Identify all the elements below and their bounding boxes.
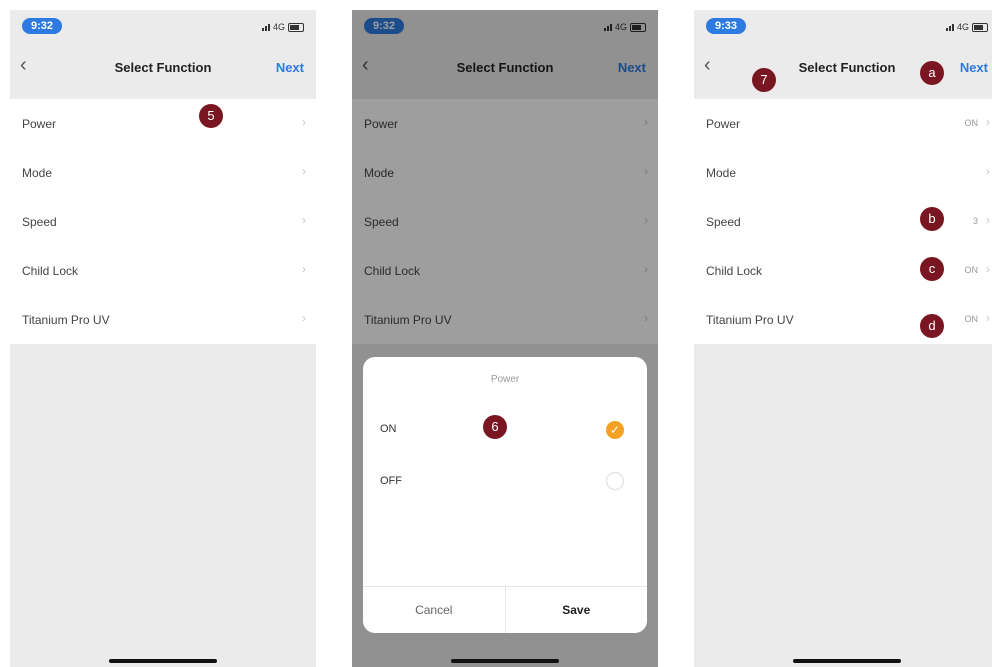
- page-title: Select Function: [798, 60, 896, 75]
- phone-screen-2: 9:32 4G ‹ Select Function Next Power › M…: [352, 10, 658, 667]
- signal-icon: [261, 23, 270, 31]
- chevron-right-icon: ›: [302, 262, 306, 276]
- chevron-right-icon: ›: [302, 213, 306, 227]
- row-label: Power: [22, 117, 57, 131]
- sheet-title: Power: [490, 374, 520, 385]
- home-indicator: [451, 659, 559, 663]
- row-label: Mode: [22, 166, 53, 180]
- list-item-power[interactable]: Power ON ›: [694, 99, 992, 148]
- chevron-right-icon: ›: [986, 311, 990, 325]
- page-title: Select Function: [114, 60, 212, 75]
- list-item-titanium-pro-uv[interactable]: Titanium Pro UV ON ›: [694, 295, 992, 344]
- radio-unselected-icon[interactable]: [606, 472, 624, 490]
- step-badge-6: 6: [483, 415, 507, 439]
- save-button[interactable]: Save: [506, 587, 648, 633]
- list-item-mode[interactable]: Mode ›: [10, 148, 316, 197]
- next-button[interactable]: Next: [276, 60, 304, 75]
- chevron-right-icon: ›: [302, 311, 306, 325]
- phone-screen-1: 9:32 4G ‹ Select Function Next Power › M…: [10, 10, 316, 667]
- callout-badge-a: a: [920, 61, 944, 85]
- chevron-right-icon: ›: [986, 115, 990, 129]
- step-badge-5: 5: [199, 104, 223, 128]
- phone-screen-3: 9:33 4G ‹ Select Function Next Power ON …: [694, 10, 992, 667]
- row-label: Child Lock: [22, 264, 79, 278]
- row-label: Speed: [706, 215, 741, 229]
- chevron-right-icon: ›: [302, 164, 306, 178]
- row-value: ON: [964, 118, 979, 128]
- row-value: ON: [964, 314, 979, 324]
- battery-icon: [972, 22, 988, 32]
- option-off[interactable]: OFF: [380, 475, 402, 487]
- list-item-speed[interactable]: Speed 3 ›: [694, 197, 992, 246]
- checkmark-selected-icon[interactable]: ✓: [606, 421, 624, 439]
- status-icons: 4G: [945, 22, 988, 32]
- row-label: Power: [706, 117, 741, 131]
- callout-badge-d: d: [920, 314, 944, 338]
- list-item-mode[interactable]: Mode ›: [694, 148, 992, 197]
- status-time: 9:33: [706, 18, 747, 34]
- nav-bar: ‹ Select Function Next: [10, 48, 316, 88]
- row-label: Speed: [22, 215, 57, 229]
- list-item-child-lock[interactable]: Child Lock ON ›: [694, 246, 992, 295]
- row-label: Titanium Pro UV: [22, 313, 110, 327]
- status-time: 9:32: [22, 18, 63, 34]
- chevron-right-icon: ›: [986, 213, 990, 227]
- row-label: Titanium Pro UV: [706, 313, 794, 327]
- chevron-right-icon: ›: [986, 262, 990, 276]
- option-on[interactable]: ON: [380, 423, 397, 435]
- step-badge-7: 7: [752, 68, 776, 92]
- list-item-speed[interactable]: Speed ›: [10, 197, 316, 246]
- battery-icon: [288, 22, 304, 32]
- nav-bar: ‹ Select Function Next: [694, 48, 992, 88]
- row-value: 3: [972, 216, 978, 226]
- status-bar: 9:33 4G: [694, 10, 992, 48]
- next-button[interactable]: Next: [960, 60, 988, 75]
- list-item-power[interactable]: Power ›: [10, 99, 316, 148]
- function-list: Power › Mode › Speed › Child Lock › Tita…: [10, 99, 316, 344]
- chevron-right-icon: ›: [986, 164, 990, 178]
- row-value: ON: [964, 265, 979, 275]
- network-label: 4G: [272, 22, 285, 32]
- function-list: Power ON › Mode › Speed 3 › Child Lock O…: [694, 99, 992, 344]
- row-label: Mode: [706, 166, 737, 180]
- power-picker-sheet: Power ON ✓ OFF Cancel Save: [363, 357, 647, 633]
- network-label: 4G: [956, 22, 969, 32]
- callout-badge-c: c: [920, 257, 944, 281]
- list-item-titanium-pro-uv[interactable]: Titanium Pro UV ›: [10, 295, 316, 344]
- list-item-child-lock[interactable]: Child Lock ›: [10, 246, 316, 295]
- sheet-actions: Cancel Save: [363, 586, 647, 633]
- status-icons: 4G: [261, 22, 304, 32]
- home-indicator: [109, 659, 217, 663]
- signal-icon: [945, 23, 954, 31]
- chevron-right-icon: ›: [302, 115, 306, 129]
- row-label: Child Lock: [706, 264, 763, 278]
- callout-badge-b: b: [920, 207, 944, 231]
- status-bar: 9:32 4G: [10, 10, 316, 48]
- home-indicator: [793, 659, 901, 663]
- cancel-button[interactable]: Cancel: [363, 587, 506, 633]
